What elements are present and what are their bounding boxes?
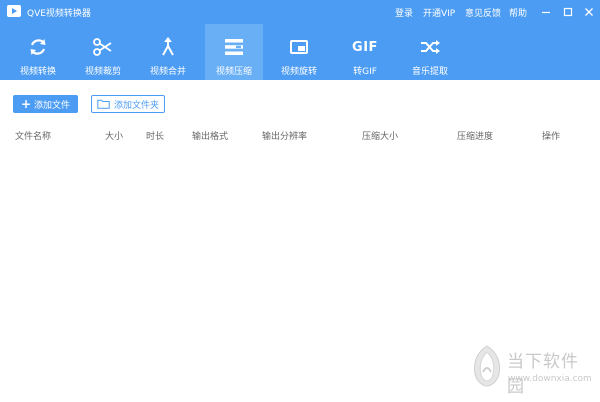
vip-link[interactable]: 开通VIP bbox=[423, 6, 455, 19]
tab-label: 音乐提取 bbox=[411, 67, 448, 77]
close-button[interactable] bbox=[583, 6, 595, 18]
gif-icon: GIF bbox=[336, 36, 394, 58]
watermark-name: 当下软件园 bbox=[507, 352, 579, 397]
column-header-output-resolution[interactable]: 输出分辨率 bbox=[262, 129, 307, 142]
watermark: 当下软件园 www.downxia.com bbox=[469, 344, 594, 397]
column-header-duration[interactable]: 时长 bbox=[146, 129, 164, 142]
column-header-size[interactable]: 大小 bbox=[105, 129, 123, 142]
close-icon bbox=[585, 8, 593, 16]
column-header-compressed-size[interactable]: 压缩大小 bbox=[362, 129, 398, 142]
login-link[interactable]: 登录 bbox=[395, 6, 413, 19]
app-logo-icon bbox=[7, 5, 21, 17]
convert-arrows-icon bbox=[9, 36, 67, 58]
add-file-label: 添加文件 bbox=[34, 100, 71, 111]
folder-icon bbox=[97, 99, 110, 109]
add-folder-label: 添加文件夹 bbox=[113, 100, 159, 111]
compress-icon bbox=[205, 36, 263, 58]
tab-video-compress[interactable]: 视频压缩 bbox=[205, 24, 263, 80]
help-link[interactable]: 帮助 bbox=[509, 6, 527, 19]
tab-video-merge[interactable]: 视频合并 bbox=[139, 24, 197, 80]
watermark-url: www.downxia.com bbox=[508, 374, 592, 384]
minimize-button[interactable] bbox=[540, 6, 552, 18]
maximize-button[interactable] bbox=[562, 6, 574, 18]
tab-label: 视频转换 bbox=[19, 67, 56, 77]
tab-label: 视频合并 bbox=[149, 67, 186, 77]
feedback-link[interactable]: 意见反馈 bbox=[465, 6, 501, 19]
tab-label: 视频旋转 bbox=[280, 67, 317, 77]
tab-label: 视频压缩 bbox=[215, 67, 252, 77]
main-toolbar: 视频转换 视频裁剪 视频合并 视频压缩 视频旋转 GIF 转GIF 音乐提取 bbox=[0, 24, 600, 80]
title-bar: QVE视频转换器 登录 开通VIP 意见反馈 帮助 bbox=[0, 0, 600, 24]
shuffle-icon bbox=[401, 36, 459, 58]
tab-label: 视频裁剪 bbox=[84, 67, 121, 77]
add-file-button[interactable]: + 添加文件 bbox=[13, 95, 78, 113]
minimize-icon bbox=[542, 11, 550, 14]
watermark-logo-icon bbox=[474, 345, 500, 387]
merge-icon bbox=[139, 36, 197, 58]
app-title: QVE视频转换器 bbox=[27, 9, 91, 19]
tab-label: 转GIF bbox=[353, 67, 377, 77]
column-header-file-name[interactable]: 文件名称 bbox=[15, 129, 51, 142]
tab-to-gif[interactable]: GIF 转GIF bbox=[336, 24, 394, 80]
gif-icon-text: GIF bbox=[352, 39, 378, 55]
add-folder-button[interactable]: 添加文件夹 bbox=[91, 95, 165, 113]
header-bar: QVE视频转换器 登录 开通VIP 意见反馈 帮助 视频转换 视频裁剪 视频合并… bbox=[0, 0, 600, 80]
column-header-actions[interactable]: 操作 bbox=[542, 129, 560, 142]
column-header-compress-progress[interactable]: 压缩进度 bbox=[457, 129, 493, 142]
tab-video-rotate[interactable]: 视频旋转 bbox=[270, 24, 328, 80]
maximize-icon bbox=[563, 7, 573, 17]
column-header-output-format[interactable]: 输出格式 bbox=[192, 129, 228, 142]
plus-icon: + bbox=[20, 97, 32, 111]
app-window: QVE视频转换器 登录 开通VIP 意见反馈 帮助 视频转换 视频裁剪 视频合并… bbox=[0, 0, 600, 402]
scissors-icon bbox=[74, 36, 132, 58]
tab-music-extract[interactable]: 音乐提取 bbox=[401, 24, 459, 80]
rotate-screen-icon bbox=[270, 36, 328, 58]
tab-video-convert[interactable]: 视频转换 bbox=[9, 24, 67, 80]
tab-video-trim[interactable]: 视频裁剪 bbox=[74, 24, 132, 80]
